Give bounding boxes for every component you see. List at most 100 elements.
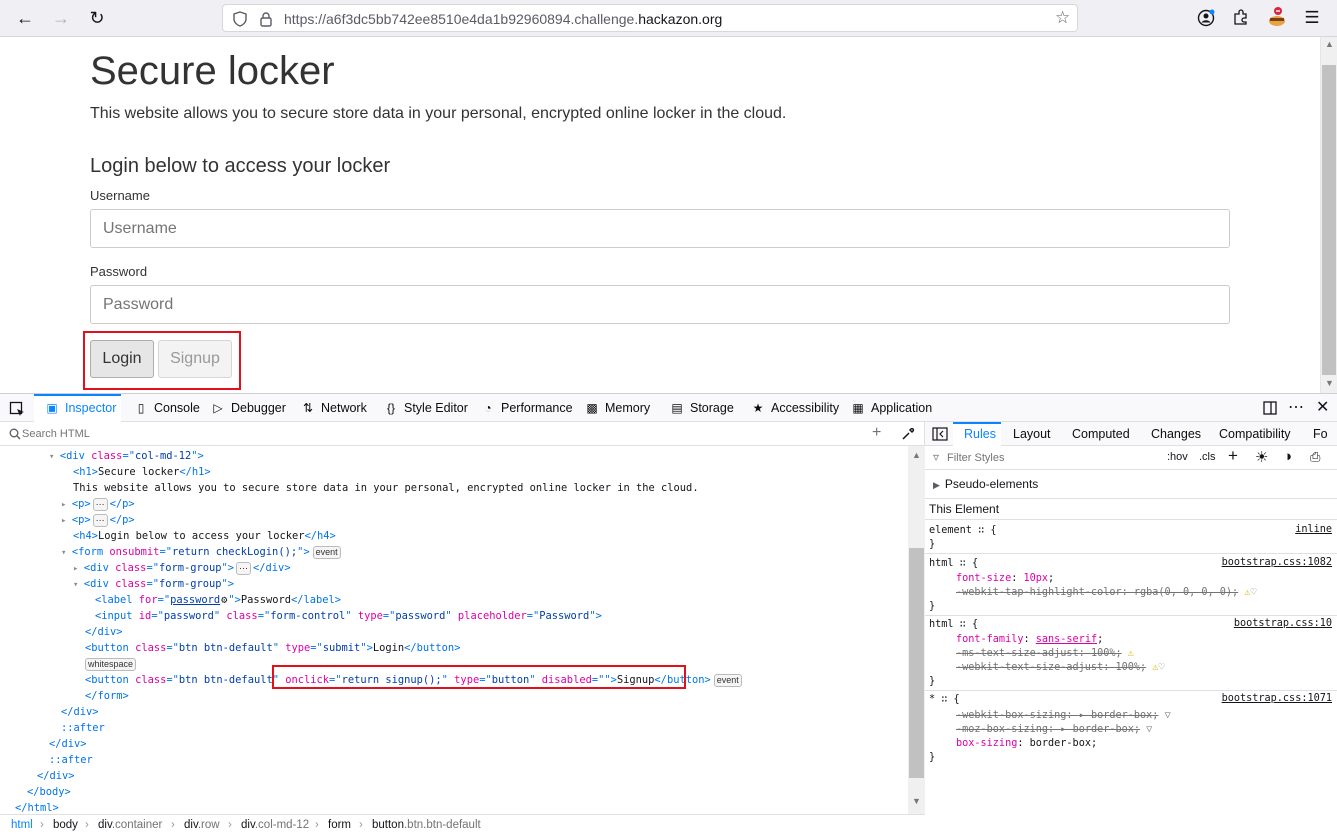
tree-twisty-icon[interactable]: ▸ (73, 564, 84, 574)
sidebar-tab-compatibility[interactable]: Compatibility (1219, 422, 1291, 446)
breadcrumb-item[interactable]: html (11, 815, 33, 836)
print-media-icon[interactable]: ⎙ (1310, 449, 1320, 465)
warning-icon[interactable]: ⚠ (1122, 648, 1134, 659)
tree-twisty-icon[interactable]: ▾ (49, 452, 60, 462)
account-icon[interactable] (1197, 9, 1215, 27)
tree-node[interactable]: ▸ <p> ⋯ </p> (61, 496, 135, 512)
reload-icon[interactable]: ↻ (83, 5, 111, 31)
tree-node[interactable]: ▾ <div class="form-group"> (73, 576, 234, 592)
dark-mode-icon[interactable]: ◑ (1283, 448, 1292, 465)
scroll-down-icon[interactable]: ▼ (1325, 378, 1334, 388)
tree-scrollbar[interactable]: ▲ ▼ (908, 446, 925, 814)
filter-styles-input[interactable] (947, 449, 1147, 467)
sidebar-tab-changes[interactable]: Changes (1151, 422, 1201, 446)
tree-node[interactable]: ▸ <div class="form-group"> ⋯ </div> (73, 560, 291, 576)
tab-inspector[interactable]: ▣ Inspector (45, 394, 116, 422)
bulb-icon[interactable]: ♡ (1158, 662, 1164, 673)
tree-node[interactable]: <h1>Secure locker</h1> (73, 464, 211, 480)
rule-source-link[interactable]: bootstrap.css:1071 (1222, 693, 1332, 704)
tree-node[interactable]: ::after (61, 720, 105, 736)
tree-node[interactable]: </body> (27, 784, 71, 800)
add-node-icon[interactable]: + (872, 424, 881, 442)
close-devtools-icon[interactable]: ✕ (1316, 397, 1329, 417)
menu-hamburger-icon[interactable]: ☰ (1298, 5, 1326, 31)
collapsed-dots[interactable]: ⋯ (236, 562, 252, 575)
back-arrow-icon[interactable]: ← (11, 5, 39, 31)
tree-node[interactable]: This website allows you to secure store … (73, 480, 699, 496)
url-bar[interactable]: https://a6f3dc5bb742ee8510e4da1b92960894… (222, 4, 1078, 32)
extensions-puzzle-icon[interactable] (1232, 8, 1250, 26)
breadcrumb-item[interactable]: div.col-md-12 (241, 815, 309, 836)
tree-node[interactable]: ▾ <div class="col-md-12"> (49, 448, 204, 464)
tab-accessibility[interactable]: ★ Accessibility (751, 394, 839, 422)
event-badge[interactable]: event (312, 546, 341, 559)
rule-source-link[interactable]: bootstrap.css:1082 (1222, 557, 1332, 568)
filter-funnel-icon[interactable]: ▽ (1140, 724, 1152, 735)
scroll-thumb[interactable] (1322, 65, 1336, 375)
tree-node[interactable]: </div> (85, 624, 123, 640)
tab-debugger[interactable]: ▷ Debugger (211, 394, 286, 422)
bookmark-star-icon[interactable]: ☆ (1055, 8, 1070, 28)
tab-performance[interactable]: ◔ Performance (481, 394, 572, 422)
dock-icon[interactable] (1262, 400, 1278, 416)
breadcrumb-item[interactable]: form (328, 815, 351, 836)
tab-console[interactable]: ▯ Console (134, 394, 200, 422)
tree-twisty-icon[interactable]: ▾ (73, 580, 84, 590)
username-input[interactable] (90, 209, 1230, 248)
cls-toggle[interactable]: .cls (1199, 451, 1216, 463)
tree-node[interactable]: <label for="password⚙">Password</label> (95, 592, 341, 608)
collapsed-dots[interactable]: ⋯ (92, 514, 108, 527)
more-options-icon[interactable]: ⋯ (1288, 397, 1304, 417)
tree-node[interactable]: <button class="btn btn-default" type="su… (85, 640, 460, 656)
warning-icon[interactable]: ⚠ (1146, 662, 1158, 673)
tree-scroll-up-icon[interactable]: ▲ (912, 450, 921, 460)
lock-icon[interactable] (259, 11, 273, 27)
sidebar-tab-rules[interactable]: Rules (964, 422, 996, 446)
tree-scroll-down-icon[interactable]: ▼ (912, 796, 921, 806)
rule-source-link[interactable]: bootstrap.css:10 (1234, 618, 1332, 629)
bulb-icon[interactable]: ♡ (1250, 587, 1256, 598)
forward-arrow-icon[interactable]: → (47, 5, 75, 31)
breadcrumb-item[interactable]: div.container (98, 815, 162, 836)
collapsed-dots[interactable]: ⋯ (92, 498, 108, 511)
hov-toggle[interactable]: :hov (1167, 451, 1188, 463)
tab-application[interactable]: ▦ Application (851, 394, 932, 422)
breadcrumb-item[interactable]: div.row (184, 815, 220, 836)
sidebar-tab-fo[interactable]: Fo (1313, 422, 1328, 446)
tree-node[interactable]: ::after (49, 752, 93, 768)
tab-style-editor[interactable]: {} Style Editor (384, 394, 468, 422)
light-mode-icon[interactable]: ☀ (1255, 448, 1268, 466)
breadcrumb-item[interactable]: button.btn.btn-default (372, 815, 481, 836)
event-badge[interactable]: event (713, 674, 742, 687)
warning-icon[interactable]: ⚠ (1238, 587, 1250, 598)
toggle-pane-icon[interactable] (932, 427, 948, 441)
pseudo-elements-toggle[interactable]: ▶ Pseudo-elements (933, 477, 1038, 491)
breadcrumb-item[interactable]: body (53, 815, 78, 836)
tree-node[interactable]: </form> (85, 688, 129, 704)
filter-funnel-icon[interactable]: ▽ (1158, 710, 1171, 721)
tree-node[interactable]: <h4>Login below to access your locker</h… (73, 528, 336, 544)
sidebar-tab-layout[interactable]: Layout (1013, 422, 1051, 446)
add-rule-icon[interactable]: + (1228, 446, 1238, 466)
shield-icon[interactable] (232, 11, 248, 27)
scroll-up-icon[interactable]: ▲ (1325, 39, 1334, 49)
element-picker-icon[interactable] (9, 401, 25, 417)
eyedropper-icon[interactable] (901, 427, 915, 441)
tab-storage[interactable]: ▤ Storage (670, 394, 733, 422)
tree-twisty-icon[interactable]: ▸ (61, 500, 72, 510)
tree-node[interactable]: </div> (37, 768, 75, 784)
password-input[interactable] (90, 285, 1230, 324)
sidebar-tab-computed[interactable]: Computed (1072, 422, 1130, 446)
page-scrollbar[interactable]: ▲ ▼ (1320, 37, 1337, 393)
tree-node[interactable]: </div> (49, 736, 87, 752)
tree-node[interactable]: whitespace (85, 656, 137, 672)
tree-node[interactable]: ▾ <form onsubmit="return checkLogin();">… (61, 544, 341, 560)
tab-memory[interactable]: ▩ Memory (585, 394, 650, 422)
tree-node[interactable]: <input id="password" class="form-control… (95, 608, 602, 624)
tree-twisty-icon[interactable]: ▸ (61, 516, 72, 526)
rule-source-link[interactable]: inline (1295, 524, 1332, 535)
tab-network[interactable]: ⇅ Network (301, 394, 367, 422)
extension-burger-icon[interactable] (1267, 6, 1287, 28)
tree-node[interactable]: ▸ <p> ⋯ </p> (61, 512, 135, 528)
tree-node[interactable]: </html> (15, 800, 59, 814)
